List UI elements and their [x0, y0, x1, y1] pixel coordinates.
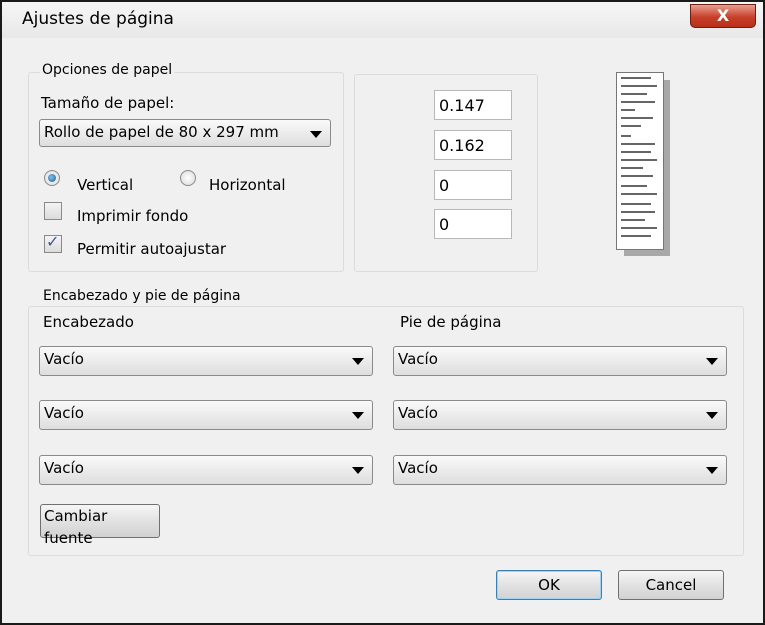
- autofit-label[interactable]: Permitir autoajustar: [77, 240, 226, 258]
- margin-field-1[interactable]: 0.147: [434, 90, 512, 120]
- preview-text-line: [621, 203, 651, 205]
- chevron-down-icon[interactable]: [352, 412, 364, 419]
- margin-value-4: 0: [439, 215, 450, 234]
- print-background-checkbox[interactable]: [44, 202, 62, 220]
- page-preview: [616, 72, 670, 256]
- footer-value-1: Vacío: [398, 350, 438, 368]
- chevron-down-icon[interactable]: [310, 131, 322, 138]
- close-button[interactable]: X: [690, 4, 756, 28]
- preview-text-line: [621, 117, 653, 119]
- print-background-label[interactable]: Imprimir fondo: [77, 207, 188, 225]
- page-setup-dialog: Ajustes de página X Opciones de papel Ta…: [0, 0, 765, 625]
- checkmark-icon: ✓: [46, 232, 60, 251]
- preview-text-line: [621, 101, 655, 103]
- preview-text-line: [621, 85, 657, 87]
- preview-text-line: [621, 211, 655, 213]
- margin-field-4[interactable]: 0: [434, 209, 512, 239]
- orientation-vertical-radio[interactable]: [44, 170, 60, 186]
- preview-text-line: [621, 143, 655, 145]
- paper-options-group-label: Opciones de papel: [40, 62, 175, 78]
- margin-field-2[interactable]: 0.162: [434, 130, 512, 160]
- chevron-down-icon[interactable]: [706, 412, 718, 419]
- orientation-vertical-label[interactable]: Vertical: [77, 176, 133, 194]
- header-value-1: Vacío: [44, 350, 84, 368]
- page-preview-paper: [616, 72, 664, 250]
- paper-size-dropdown[interactable]: Rollo de papel de 80 x 297 mm: [39, 119, 331, 147]
- chevron-down-icon[interactable]: [352, 467, 364, 474]
- preview-text-line: [621, 159, 657, 161]
- close-icon[interactable]: X: [717, 6, 729, 25]
- margin-value-2: 0.162: [439, 136, 485, 155]
- cancel-button[interactable]: Cancel: [618, 570, 724, 600]
- window-title: Ajustes de página: [22, 9, 174, 29]
- footer-label: Pie de página: [400, 313, 502, 331]
- autofit-checkbox[interactable]: ✓: [44, 232, 62, 253]
- change-font-button[interactable]: Cambiar fuente: [40, 504, 160, 547]
- preview-text-line: [621, 167, 643, 169]
- preview-text-line: [621, 151, 651, 153]
- footer-dropdown-2[interactable]: Vacío: [393, 400, 727, 430]
- preview-text-line: [621, 77, 651, 79]
- orientation-horizontal-radio[interactable]: [180, 170, 196, 186]
- header-dropdown-2[interactable]: Vacío: [39, 400, 373, 430]
- margin-value-3: 0: [439, 176, 450, 195]
- margin-value-1: 0.147: [439, 96, 485, 115]
- footer-dropdown-1[interactable]: Vacío: [393, 346, 727, 376]
- preview-text-line: [621, 235, 651, 237]
- ok-button[interactable]: OK: [496, 570, 602, 600]
- preview-text-line: [621, 185, 647, 187]
- paper-size-label: Tamaño de papel:: [41, 94, 175, 112]
- chevron-down-icon[interactable]: [352, 358, 364, 365]
- margin-field-3[interactable]: 0: [434, 170, 512, 200]
- chevron-down-icon[interactable]: [706, 467, 718, 474]
- orientation-horizontal-label[interactable]: Horizontal: [209, 176, 286, 194]
- preview-text-line: [621, 135, 631, 137]
- preview-text-line: [621, 125, 641, 127]
- preview-text-line: [621, 175, 653, 177]
- preview-text-line: [621, 227, 657, 229]
- header-value-3: Vacío: [44, 459, 84, 477]
- footer-value-3: Vacío: [398, 459, 438, 477]
- header-value-2: Vacío: [44, 404, 84, 422]
- chevron-down-icon[interactable]: [706, 358, 718, 365]
- preview-text-line: [621, 193, 657, 195]
- footer-dropdown-3[interactable]: Vacío: [393, 455, 727, 485]
- title-bar[interactable]: Ajustes de página X: [2, 2, 763, 38]
- paper-size-value: Rollo de papel de 80 x 297 mm: [44, 123, 279, 141]
- header-footer-group-label: Encabezado y pie de página: [41, 288, 243, 304]
- preview-text-line: [621, 109, 635, 111]
- preview-text-line: [621, 219, 645, 221]
- header-dropdown-3[interactable]: Vacío: [39, 455, 373, 485]
- header-dropdown-1[interactable]: Vacío: [39, 346, 373, 376]
- footer-value-2: Vacío: [398, 404, 438, 422]
- header-label: Encabezado: [43, 313, 134, 331]
- preview-text-line: [621, 93, 647, 95]
